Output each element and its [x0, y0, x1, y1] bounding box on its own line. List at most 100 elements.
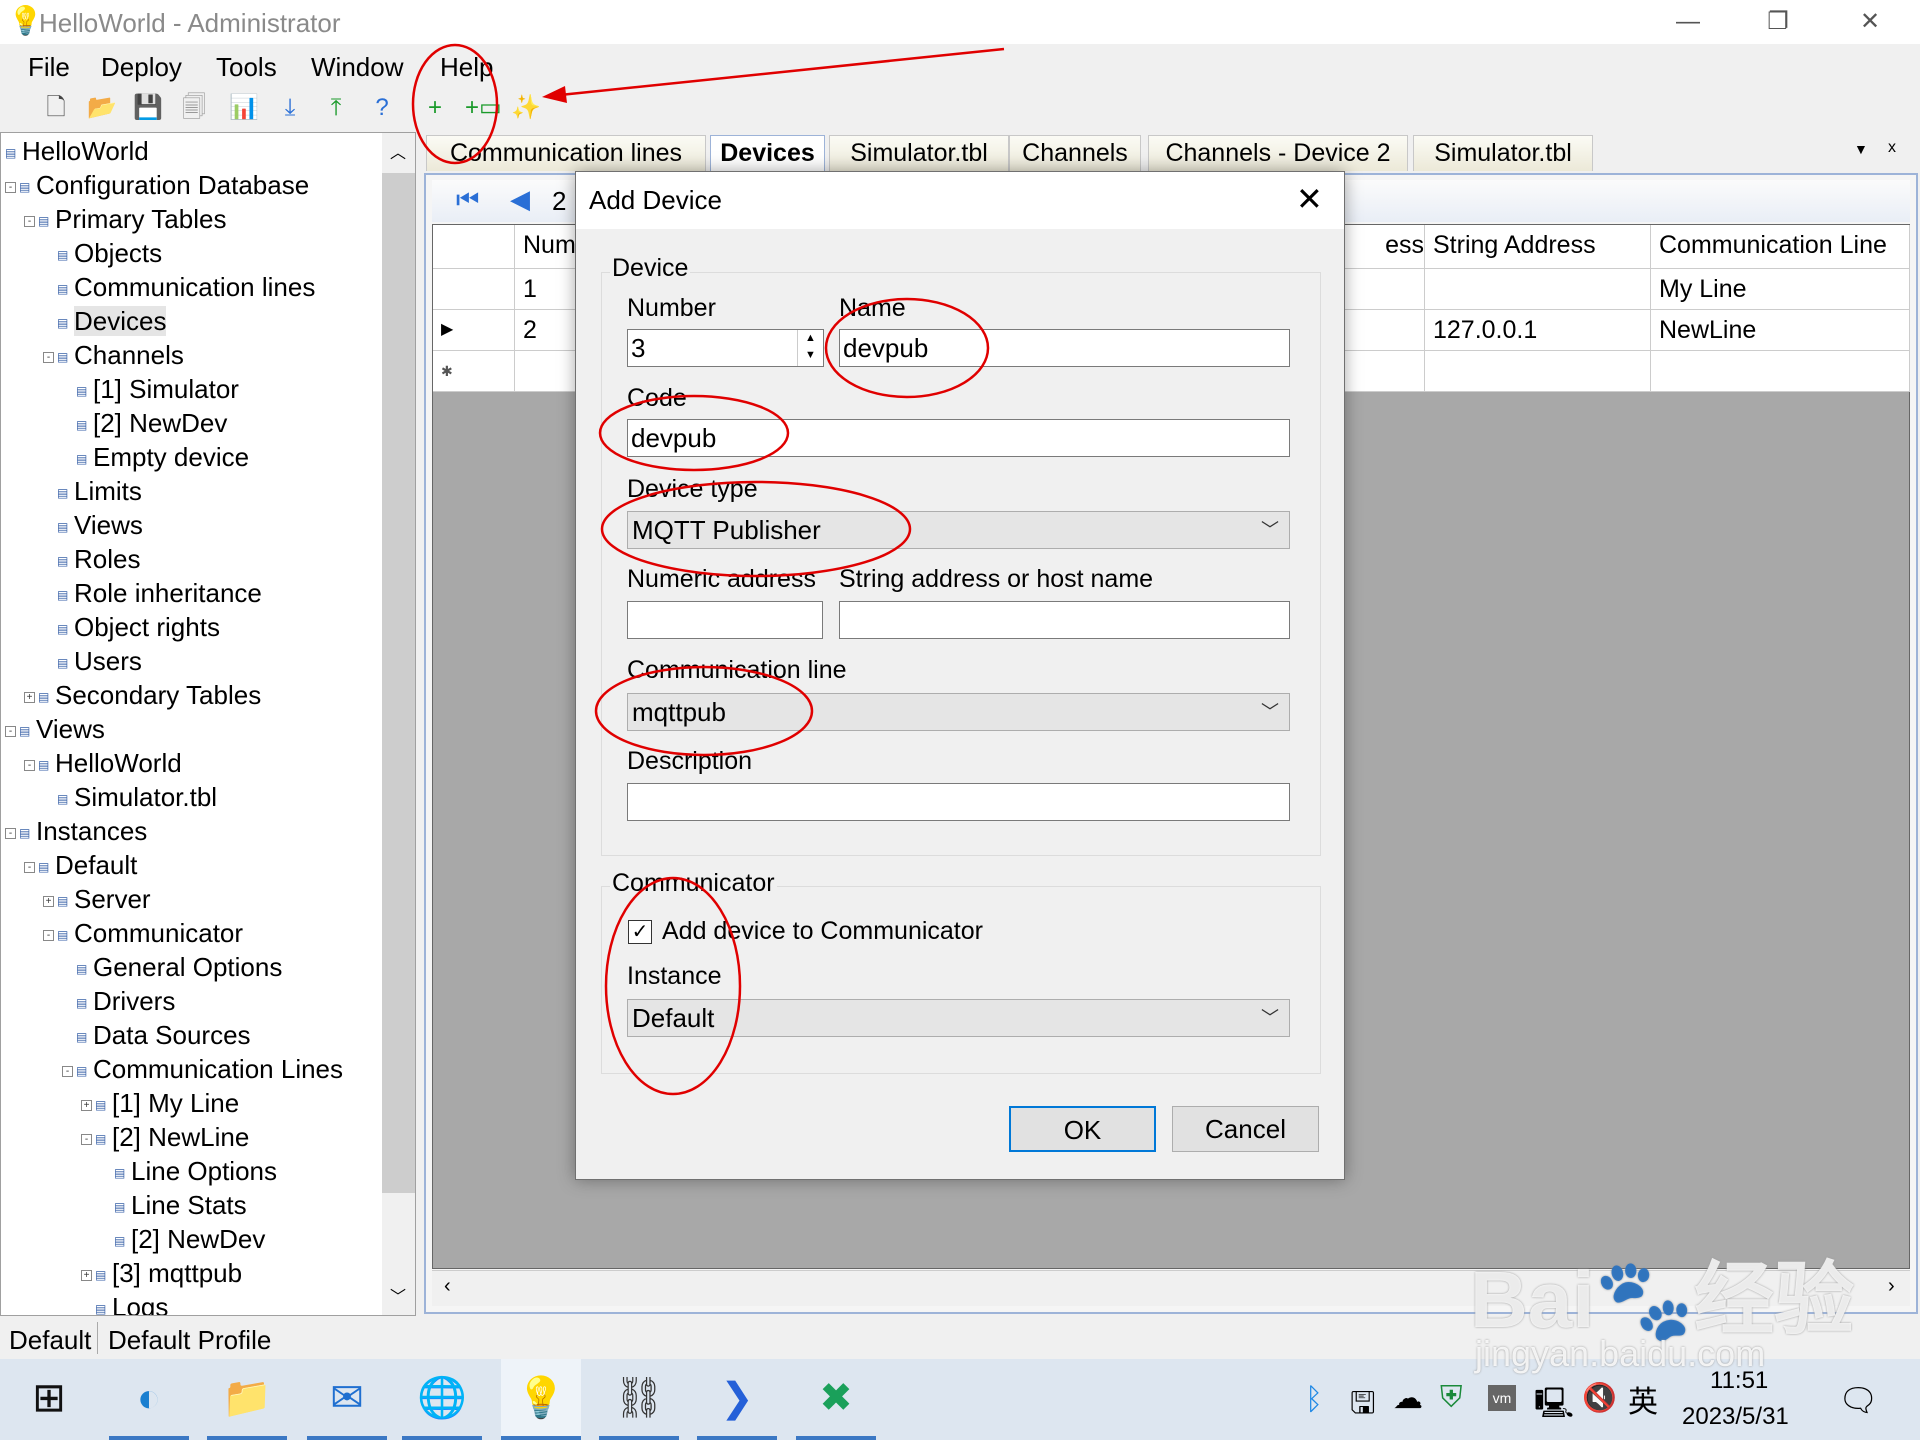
tree-item[interactable]: ▤ Data Sources	[62, 1018, 251, 1052]
column-header[interactable]: Communication Line	[1651, 225, 1910, 269]
number-stepper[interactable]: 3 ▲ ▼	[627, 329, 824, 367]
tree-item[interactable]: ▤ Drivers	[62, 984, 175, 1018]
tree-item[interactable]: - ▤ [2] NewLine	[81, 1120, 249, 1154]
vmware-icon[interactable]: vm	[1488, 1385, 1516, 1411]
first-record-icon[interactable]: ⏮	[456, 184, 479, 216]
column-header[interactable]: String Address	[1425, 225, 1651, 269]
network-icon[interactable]: 🖳	[1534, 1381, 1574, 1432]
tree-item[interactable]: ▤ [2] NewDev	[100, 1222, 265, 1256]
tab-channels-device-2[interactable]: Channels - Device 2	[1148, 135, 1408, 171]
expand-icon[interactable]: +	[24, 691, 35, 703]
security-shield-icon[interactable]: ⛨	[1440, 1381, 1463, 1415]
tree-item[interactable]: - ▤ Views	[5, 712, 105, 746]
tree-item[interactable]: - ▤ Communicator	[43, 916, 243, 950]
save-all-icon[interactable]: 🗐	[178, 92, 210, 124]
tree-item[interactable]: ▤ Limits	[43, 474, 142, 508]
tree-item[interactable]: + ▤ [1] My Line	[81, 1086, 239, 1120]
tree-item[interactable]: + ▤ Server	[43, 882, 151, 916]
add-to-communicator-checkbox[interactable]: ✓	[628, 920, 652, 944]
tree-item[interactable]: ▤ Simulator.tbl	[43, 780, 217, 814]
tree-item[interactable]: + ▤ [3] mqttpub	[81, 1256, 242, 1290]
tree-item[interactable]: - ▤ Configuration Database	[5, 168, 309, 202]
onedrive-off-icon[interactable]: ☁	[1393, 1381, 1423, 1416]
tree-item[interactable]: ▤ Devices	[43, 304, 167, 338]
tree-item[interactable]: ▤ Views	[43, 508, 143, 542]
menu-help[interactable]: Help	[440, 52, 493, 83]
tree-item[interactable]: ▤ Line Stats	[100, 1188, 247, 1222]
usb-icon[interactable]: 🖫	[1350, 1381, 1376, 1432]
row-header[interactable]	[433, 269, 515, 310]
add-line-icon[interactable]: +	[419, 92, 451, 124]
clock-date[interactable]: 2023/5/31	[1682, 1403, 1789, 1431]
expand-icon[interactable]: +	[81, 1269, 92, 1281]
collapse-icon[interactable]: -	[43, 351, 54, 363]
scroll-right-icon[interactable]: ›	[1888, 1275, 1895, 1298]
record-position[interactable]: 2	[552, 186, 566, 217]
collapse-icon[interactable]: -	[5, 827, 16, 839]
powershell-icon[interactable]: ❯	[697, 1359, 777, 1440]
tree-scrollbar[interactable]: ︿ ﹀	[382, 133, 415, 1315]
scroll-thumb[interactable]	[382, 173, 415, 1193]
add-device-icon[interactable]: +▭	[465, 92, 502, 124]
tree-item[interactable]: ▤ HelloWorld	[5, 134, 149, 168]
input-method[interactable]: 英	[1628, 1377, 1658, 1421]
tree-item[interactable]: ▤ Roles	[43, 542, 140, 576]
help-icon[interactable]: ?	[366, 92, 398, 124]
wizard-icon[interactable]: ✨	[510, 92, 542, 124]
collapse-icon[interactable]: -	[62, 1065, 73, 1077]
restore-button[interactable]: ❐	[1748, 4, 1808, 40]
bluetooth-icon[interactable]: ᛒ	[1305, 1383, 1323, 1417]
edge-icon[interactable]: ◐	[109, 1359, 189, 1440]
tree-item[interactable]: - ▤ Communication Lines	[62, 1052, 343, 1086]
name-input[interactable]: devpub	[839, 329, 1290, 367]
close-button[interactable]: ✕	[1840, 4, 1900, 40]
open-folder-icon[interactable]: 📂	[86, 92, 118, 124]
windows-start-icon[interactable]: ⊞	[9, 1359, 89, 1440]
tree-item[interactable]: ▤ Users	[43, 644, 142, 678]
menu-tools[interactable]: Tools	[216, 52, 277, 83]
tree-item[interactable]: ▤ Logs	[81, 1290, 168, 1315]
collapse-icon[interactable]: -	[81, 1133, 92, 1145]
tree-item[interactable]: ▤ Communication lines	[43, 270, 315, 304]
numeric-address-input[interactable]	[627, 601, 823, 639]
tree-item[interactable]: ▤ Object rights	[43, 610, 220, 644]
mail-icon[interactable]: ✉	[307, 1359, 387, 1440]
tree-item[interactable]: ▤ Empty device	[62, 440, 249, 474]
tree-item[interactable]: ▤ [2] NewDev	[62, 406, 227, 440]
download-icon[interactable]: ⤓	[274, 92, 306, 124]
row-header[interactable]: ✱	[433, 351, 515, 392]
add-to-communicator-label[interactable]: Add device to Communicator	[662, 917, 983, 946]
communication-line-select[interactable]: mqttpub ﹀	[627, 693, 1290, 731]
menu-deploy[interactable]: Deploy	[101, 52, 182, 83]
network-app-icon[interactable]: 🌐	[402, 1359, 482, 1440]
scroll-left-icon[interactable]: ‹	[444, 1275, 451, 1298]
scroll-up-icon[interactable]: ︿	[390, 139, 406, 163]
ok-button[interactable]: OK	[1009, 1106, 1156, 1152]
spin-arrows-icon[interactable]: ▲ ▼	[797, 330, 823, 366]
notification-icon[interactable]: 🗨	[1838, 1381, 1879, 1419]
xshell-icon[interactable]: ✖	[796, 1359, 876, 1440]
tree-item[interactable]: ▤ Objects	[43, 236, 162, 270]
tree-item[interactable]: ▤ Role inheritance	[43, 576, 262, 610]
save-icon[interactable]: 💾	[132, 92, 164, 124]
tab-devices[interactable]: Devices	[710, 135, 825, 171]
tree-item[interactable]: - ▤ HelloWorld	[24, 746, 182, 780]
tree-item[interactable]: ▤ General Options	[62, 950, 282, 984]
tree-item[interactable]: ▤ [1] Simulator	[62, 372, 239, 406]
row-header[interactable]: ▶	[433, 310, 515, 351]
tab-list-icon[interactable]: ▼	[1854, 141, 1868, 157]
tab-simulator-tbl[interactable]: Simulator.tbl	[1413, 135, 1593, 171]
tree-item[interactable]: - ▤ Default	[24, 848, 137, 882]
file-explorer-icon[interactable]: 📁	[207, 1359, 287, 1440]
network-diagram-icon[interactable]: ⛓	[599, 1359, 679, 1440]
device-type-select[interactable]: MQTT Publisher ﹀	[627, 511, 1290, 549]
scada-admin-icon[interactable]: 💡	[501, 1359, 581, 1440]
volume-muted-icon[interactable]: 🔇	[1582, 1381, 1617, 1414]
tab-channels[interactable]: Channels	[1009, 135, 1141, 171]
collapse-icon[interactable]: -	[43, 929, 54, 941]
expand-icon[interactable]: +	[43, 895, 54, 907]
minimize-button[interactable]: —	[1658, 4, 1718, 40]
scroll-down-icon[interactable]: ﹀	[390, 1283, 406, 1307]
cancel-button[interactable]: Cancel	[1172, 1106, 1319, 1152]
close-tab-icon[interactable]: x	[1888, 139, 1896, 157]
